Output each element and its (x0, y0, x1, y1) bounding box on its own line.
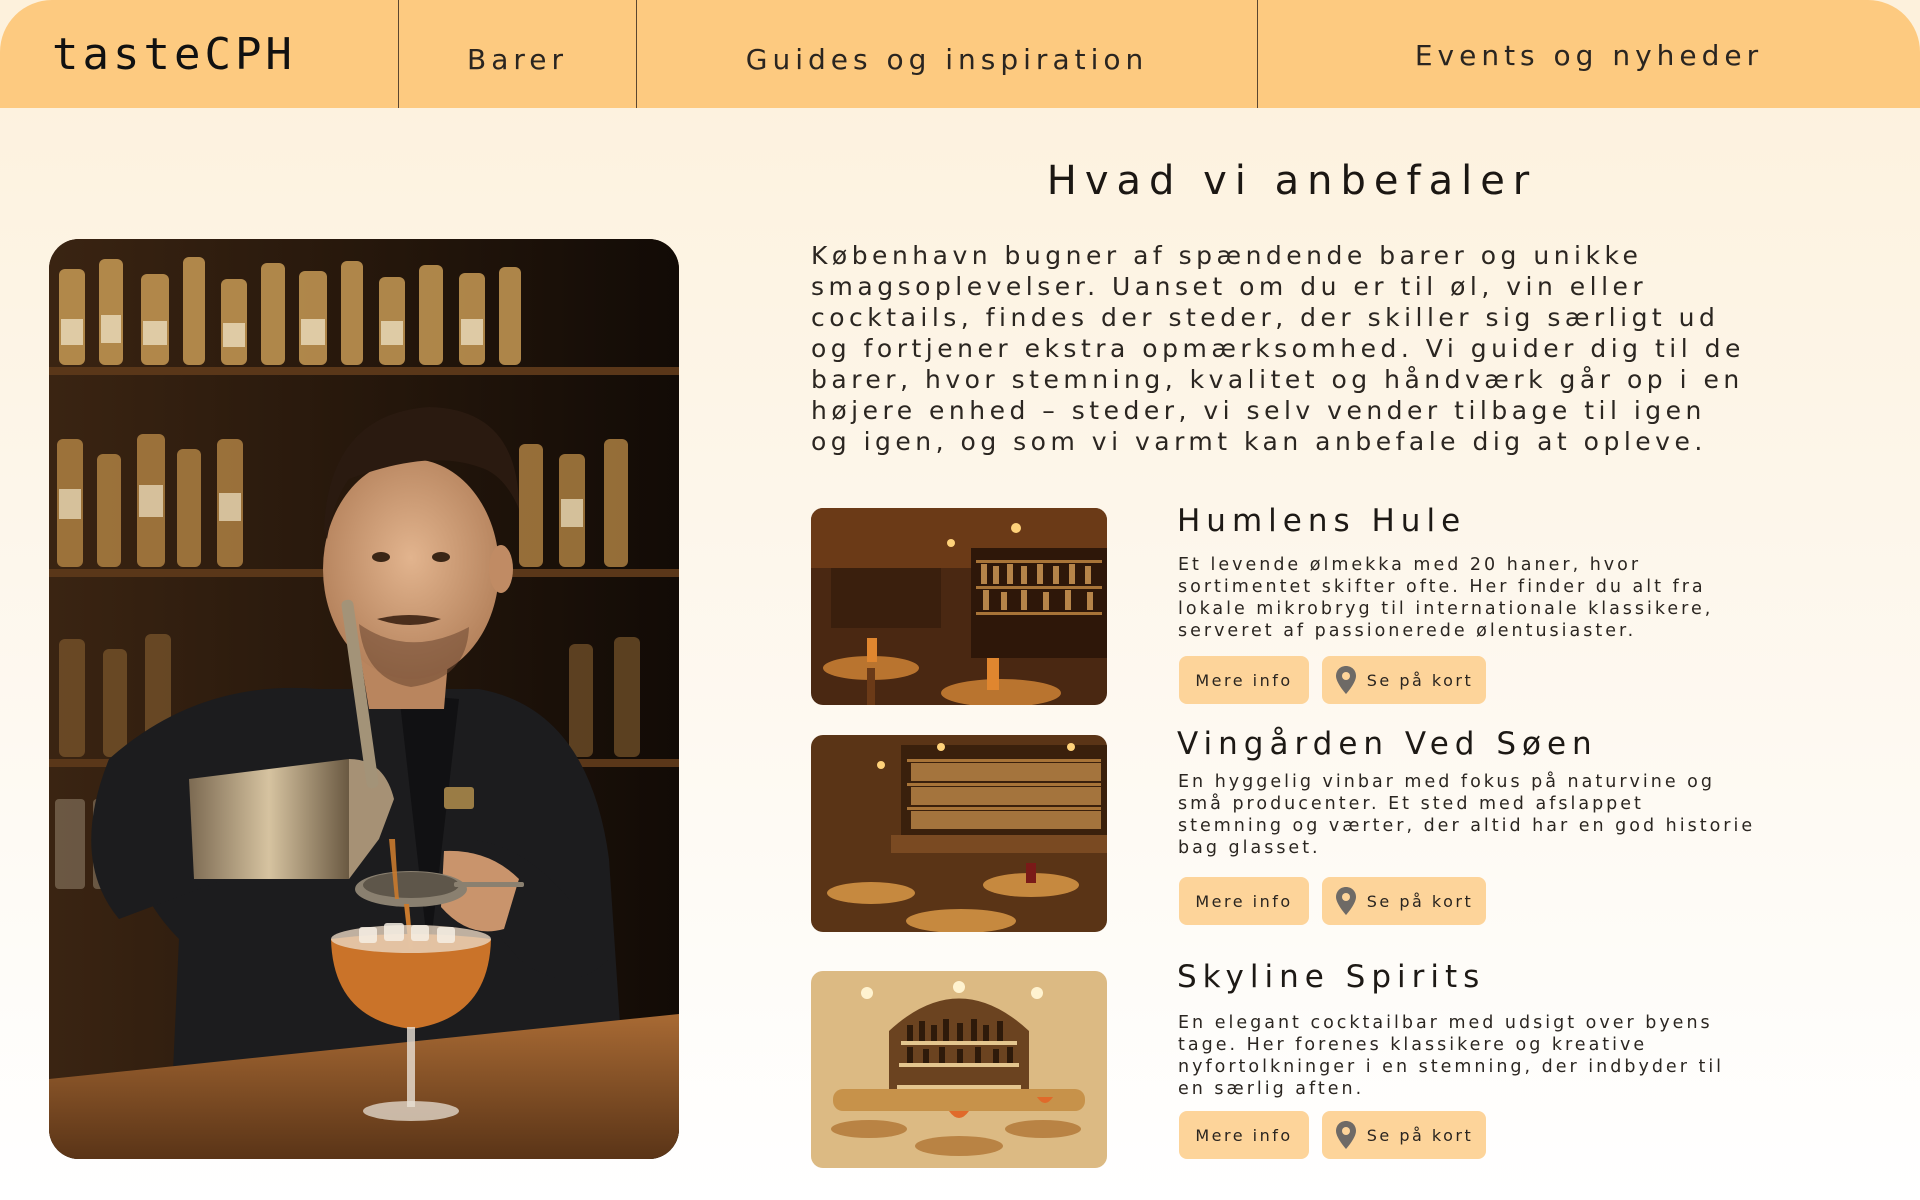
card-title: Skyline Spirits (1177, 959, 1486, 995)
map-pin-icon (1335, 887, 1356, 915)
map-button-label: Se på kort (1366, 1125, 1474, 1145)
card-image-wine-bar[interactable] (811, 735, 1107, 932)
see-on-map-button[interactable]: Se på kort (1322, 656, 1486, 704)
more-info-button[interactable]: Mere info (1179, 877, 1309, 925)
see-on-map-button[interactable]: Se på kort (1322, 877, 1486, 925)
card-title: Vingården Ved Søen (1177, 726, 1598, 762)
more-info-button[interactable]: Mere info (1179, 1111, 1309, 1159)
intro-paragraph: København bugner af spændende barer og u… (811, 241, 1745, 456)
nav-item-barer[interactable]: Barer (398, 0, 636, 108)
see-on-map-button[interactable]: Se på kort (1322, 1111, 1486, 1159)
card-description: En elegant cocktailbar med udsigt over b… (1178, 1013, 1725, 1099)
nav-item-events[interactable]: Events og nyheder (1257, 0, 1920, 108)
map-button-label: Se på kort (1366, 891, 1474, 911)
card-image-beer-bar[interactable] (811, 508, 1107, 705)
map-button-label: Se på kort (1366, 670, 1474, 690)
hero-bartender-image (49, 239, 679, 1159)
card-description: Et levende ølmekka med 20 haner, hvor so… (1178, 555, 1714, 641)
card-title: Humlens Hule (1177, 503, 1467, 539)
map-pin-icon (1335, 666, 1356, 694)
card-description: En hyggelig vinbar med fokus på naturvin… (1178, 772, 1756, 858)
card-image-cocktail-bar[interactable] (811, 971, 1107, 1168)
map-pin-icon (1335, 1121, 1356, 1149)
site-logo[interactable]: tasteCPH (0, 0, 398, 108)
section-title: Hvad vi anbefaler (1046, 158, 1538, 204)
nav-item-guides[interactable]: Guides og inspiration (636, 0, 1257, 108)
more-info-button[interactable]: Mere info (1179, 656, 1309, 704)
top-navigation: tasteCPH Barer Guides og inspiration Eve… (0, 0, 1920, 108)
logo-text: tasteCPH (52, 28, 296, 80)
